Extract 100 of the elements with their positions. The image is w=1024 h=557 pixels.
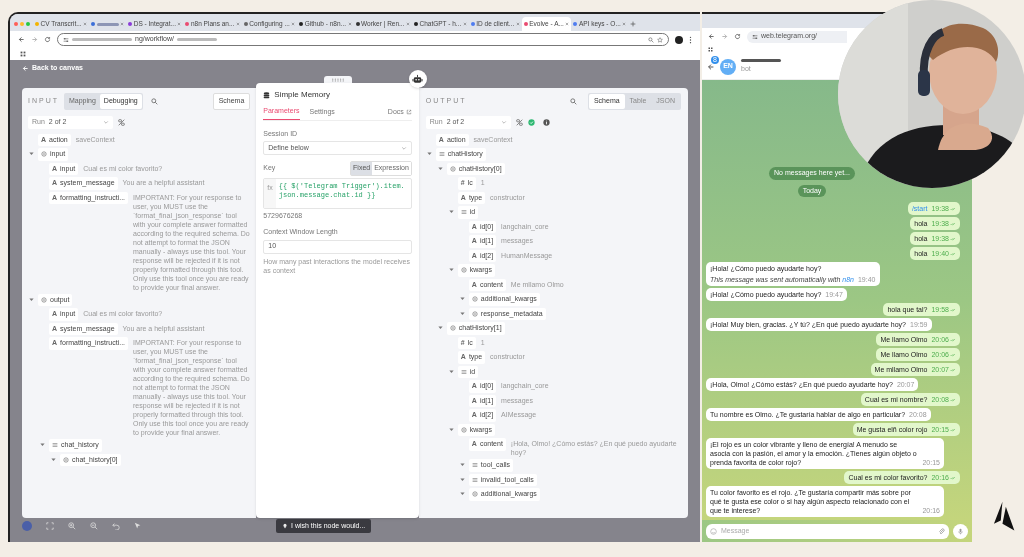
zoom-icon[interactable] <box>648 36 654 43</box>
unlink-icon[interactable] <box>515 118 523 126</box>
caret-icon[interactable] <box>447 208 455 215</box>
caret-icon[interactable] <box>447 367 455 375</box>
read-check-icon <box>950 353 956 357</box>
microphone-icon <box>957 527 964 535</box>
user-avatar-icon[interactable] <box>22 521 32 531</box>
back-icon[interactable] <box>18 36 25 43</box>
caret-icon[interactable] <box>436 164 444 172</box>
caret-icon[interactable] <box>436 324 444 331</box>
site-settings-icon[interactable] <box>752 33 758 40</box>
apps-icon[interactable] <box>708 47 713 52</box>
object-icon <box>460 426 467 433</box>
redaction-bar <box>741 58 781 62</box>
redaction-bar <box>72 38 132 41</box>
search-icon[interactable] <box>569 97 577 105</box>
favicon-icon <box>573 22 578 26</box>
site-settings-icon[interactable] <box>63 36 69 43</box>
object-icon <box>41 296 47 303</box>
emoji-icon[interactable] <box>710 527 717 535</box>
close-icon[interactable] <box>120 22 125 26</box>
reload-icon[interactable] <box>734 33 741 40</box>
redaction-bar <box>176 38 217 41</box>
list-icon <box>460 368 467 375</box>
undo-icon[interactable] <box>112 522 120 530</box>
caret-icon[interactable] <box>458 295 466 302</box>
read-check-icon <box>950 476 956 480</box>
apps-icon[interactable] <box>20 51 26 57</box>
external-link-icon <box>405 109 412 116</box>
read-check-icon <box>950 252 956 256</box>
favicon-icon <box>523 22 528 26</box>
object-icon <box>41 151 47 158</box>
favicon-icon <box>185 22 190 26</box>
read-check-icon <box>950 428 956 432</box>
read-check-icon <box>950 338 956 342</box>
search-icon[interactable] <box>150 97 158 105</box>
zoom-in-icon[interactable] <box>68 522 76 530</box>
object-icon <box>471 491 478 498</box>
object-icon <box>63 456 69 463</box>
read-check-icon <box>950 237 956 241</box>
caret-icon[interactable] <box>458 490 466 497</box>
chevron-down-icon <box>500 119 507 125</box>
lightbulb-icon <box>282 523 288 529</box>
list-icon <box>471 462 478 469</box>
back-icon[interactable] <box>708 33 715 40</box>
chevron-down-icon <box>400 145 407 151</box>
new-tab-icon[interactable] <box>630 21 637 27</box>
caret-icon[interactable] <box>28 295 35 303</box>
favicon-icon <box>128 22 133 26</box>
read-check-icon <box>950 207 956 211</box>
list-icon <box>438 151 445 158</box>
forward-icon[interactable] <box>31 36 38 43</box>
caret-icon[interactable] <box>28 150 35 157</box>
info-icon[interactable] <box>542 118 550 126</box>
menu-icon[interactable] <box>689 35 692 44</box>
favicon-icon <box>355 22 360 26</box>
profile-avatar-icon[interactable] <box>675 35 683 44</box>
list-icon <box>460 209 467 216</box>
object-icon <box>449 325 456 332</box>
object-icon <box>449 165 456 172</box>
caret-icon[interactable] <box>458 309 466 317</box>
favicon-icon <box>299 22 304 26</box>
favicon-icon <box>470 22 475 26</box>
unlink-icon[interactable] <box>118 118 125 126</box>
read-check-icon <box>950 222 956 226</box>
favicon-icon <box>91 22 96 26</box>
voice-button[interactable] <box>953 523 968 539</box>
read-check-icon <box>950 368 956 372</box>
caret-icon[interactable] <box>447 266 455 273</box>
back-icon[interactable] <box>707 62 715 71</box>
success-check-icon <box>527 118 535 126</box>
back-arrow-icon <box>22 64 29 72</box>
list-icon <box>52 442 58 449</box>
fit-view-icon[interactable] <box>46 522 54 530</box>
object-icon <box>460 267 467 274</box>
reload-icon[interactable] <box>44 36 51 43</box>
close-icon[interactable] <box>406 22 410 26</box>
pointer-icon[interactable] <box>134 522 142 530</box>
caret-icon[interactable] <box>458 461 466 468</box>
forward-icon[interactable] <box>721 33 728 40</box>
favicon-icon <box>243 22 248 26</box>
drag-handle[interactable] <box>323 76 352 83</box>
attach-icon[interactable] <box>938 527 945 535</box>
read-check-icon <box>950 398 956 402</box>
caret-icon[interactable] <box>425 150 433 157</box>
caret-icon[interactable] <box>50 455 57 463</box>
grip-icon <box>330 77 345 82</box>
favicon-icon <box>414 22 418 26</box>
robot-icon <box>412 73 424 85</box>
list-icon <box>471 476 478 483</box>
read-check-icon <box>950 308 956 312</box>
caret-icon[interactable] <box>458 475 466 483</box>
caret-icon[interactable] <box>39 441 46 448</box>
bookmark-star-icon[interactable] <box>657 36 663 43</box>
database-icon <box>263 91 271 99</box>
node-title: Simple Memory <box>274 89 330 101</box>
zoom-out-icon[interactable] <box>90 522 98 530</box>
favicon-icon <box>35 22 39 26</box>
caret-icon[interactable] <box>447 425 455 433</box>
chevron-down-icon <box>103 119 109 125</box>
